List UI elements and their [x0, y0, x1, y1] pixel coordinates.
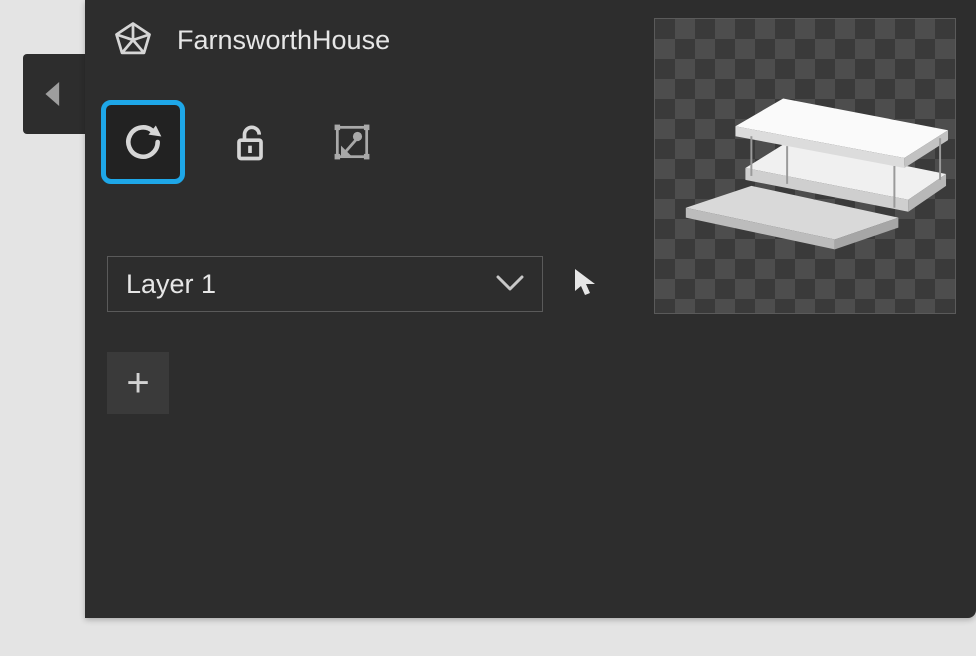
tool-row: [101, 100, 389, 184]
bounds-button[interactable]: [315, 105, 389, 179]
pick-cursor-button[interactable]: [573, 267, 599, 302]
model-preview: [654, 18, 956, 314]
refresh-button[interactable]: [101, 100, 185, 184]
model-preview-render: [655, 19, 955, 313]
model-title: FarnsworthHouse: [177, 25, 390, 56]
cursor-icon: [573, 267, 599, 297]
add-button[interactable]: +: [107, 352, 169, 414]
collapse-triangle-icon: [45, 82, 63, 106]
layer-selected-label: Layer 1: [126, 269, 216, 300]
shape-logo-icon: [111, 18, 155, 62]
bounding-box-icon: [330, 120, 374, 164]
panel-collapse-tab[interactable]: [23, 54, 85, 134]
panel-header: FarnsworthHouse: [111, 18, 390, 62]
chevron-down-icon: [496, 275, 524, 293]
layer-row: Layer 1: [107, 256, 599, 312]
refresh-icon: [121, 120, 165, 164]
layer-dropdown[interactable]: Layer 1: [107, 256, 543, 312]
lock-button[interactable]: [213, 105, 287, 179]
add-button-label: +: [126, 361, 149, 406]
properties-panel: FarnsworthHouse: [85, 0, 976, 618]
unlock-icon: [228, 120, 272, 164]
